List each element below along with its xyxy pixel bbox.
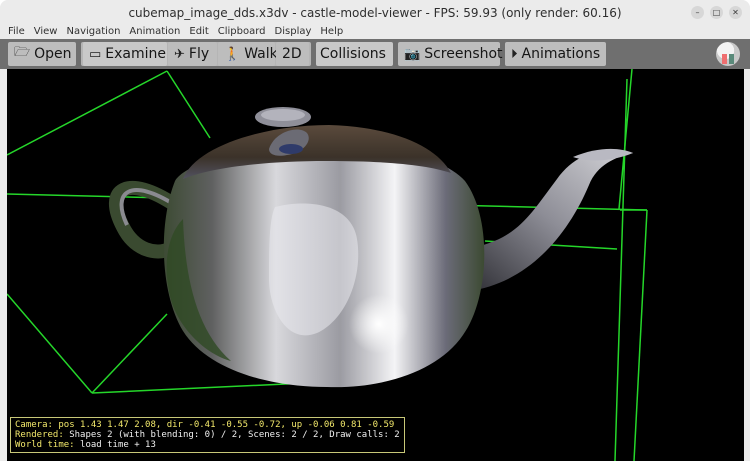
menu-file[interactable]: File xyxy=(8,24,25,39)
app-logo-icon xyxy=(716,42,740,66)
window-title: cubemap_image_dds.x3dv - castle-model-vi… xyxy=(128,6,622,20)
hud-rendered-line: Rendered: Shapes 2 (with blending: 0) / … xyxy=(15,430,400,440)
animations-button[interactable]: ⏵ Animations xyxy=(505,42,606,66)
play-circle-icon: ⏵ xyxy=(511,46,518,62)
rendered-text: Shapes 2 (with blending: 0) / 2, Scenes:… xyxy=(63,430,400,440)
fly-button[interactable]: ✈ Fly xyxy=(168,42,217,66)
world-time-label: World time: xyxy=(15,440,75,450)
menu-help[interactable]: Help xyxy=(320,24,343,39)
open-button[interactable]: 🗁 Open xyxy=(8,42,76,66)
menu-edit[interactable]: Edit xyxy=(189,24,208,39)
screenshot-label: Screenshot xyxy=(424,46,503,62)
collisions-button[interactable]: Collisions xyxy=(316,42,393,66)
hud-world-time-line: World time: load time + 13 xyxy=(15,440,400,450)
world-time-text: load time + 13 xyxy=(74,440,156,450)
screenshot-button[interactable]: 📷 Screenshot xyxy=(398,42,503,66)
3d-viewport[interactable]: Camera: pos 1.43 1.47 2.08, dir -0.41 -0… xyxy=(7,69,744,461)
folder-icon: 🗁 xyxy=(14,45,31,60)
camera-label: Camera: xyxy=(15,420,53,430)
fly-label: Fly xyxy=(188,46,210,62)
examine-label: Examine xyxy=(105,46,167,62)
scene-render xyxy=(7,69,648,461)
fly-icon: ✈ xyxy=(174,46,185,62)
maximize-button[interactable]: □ xyxy=(710,6,723,19)
menu-navigation[interactable]: Navigation xyxy=(66,24,120,39)
app-window: cubemap_image_dds.x3dv - castle-model-vi… xyxy=(0,0,750,461)
minimize-button[interactable]: – xyxy=(691,6,704,19)
collisions-label: Collisions xyxy=(320,46,386,62)
walk-icon: 🚶 xyxy=(224,46,241,62)
rendered-label: Rendered: xyxy=(15,430,64,440)
toolbar: 🗁 Open ▭ Examine ✈ Fly 🚶 Walk 2D Collisi… xyxy=(0,39,750,69)
menu-display[interactable]: Display xyxy=(275,24,312,39)
menu-bar: File View Navigation Animation Edit Clip… xyxy=(0,24,750,39)
menu-clipboard[interactable]: Clipboard xyxy=(218,24,266,39)
examine-button[interactable]: ▭ Examine xyxy=(83,42,167,66)
2d-button[interactable]: 2D xyxy=(276,42,309,66)
menu-animation[interactable]: Animation xyxy=(129,24,180,39)
menu-view[interactable]: View xyxy=(34,24,58,39)
walk-label: Walk xyxy=(244,46,278,62)
open-label: Open xyxy=(34,46,72,62)
debug-info-overlay: Camera: pos 1.43 1.47 2.08, dir -0.41 -0… xyxy=(10,417,405,453)
teapot-model xyxy=(108,107,633,388)
window-controls: – □ ✕ xyxy=(691,6,742,19)
walk-button[interactable]: 🚶 Walk xyxy=(218,42,278,66)
camera-icon: 📷 xyxy=(404,46,421,62)
title-bar: cubemap_image_dds.x3dv - castle-model-vi… xyxy=(0,0,750,26)
camera-text: pos 1.43 1.47 2.08, dir -0.41 -0.55 -0.7… xyxy=(52,420,395,430)
examine-icon: ▭ xyxy=(89,46,102,62)
hud-camera-line: Camera: pos 1.43 1.47 2.08, dir -0.41 -0… xyxy=(15,420,400,430)
2d-label: 2D xyxy=(282,46,302,62)
animations-label: Animations xyxy=(521,46,601,62)
close-button[interactable]: ✕ xyxy=(729,6,742,19)
